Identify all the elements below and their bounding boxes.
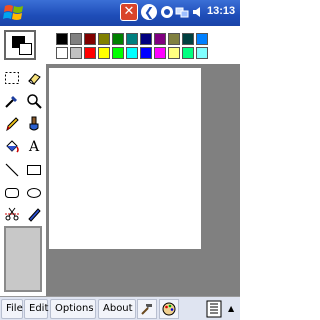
- color-swatch[interactable]: [56, 47, 68, 59]
- color-swatch[interactable]: [112, 33, 124, 45]
- menu-options[interactable]: Options: [50, 299, 96, 319]
- color-swatch[interactable]: [98, 47, 110, 59]
- color-swatch[interactable]: [154, 47, 166, 59]
- eraser-icon: [28, 73, 41, 85]
- color-swatch[interactable]: [140, 33, 152, 45]
- menu-bar: File Edit Options About ▲: [0, 296, 240, 320]
- color-swatch[interactable]: [70, 47, 82, 59]
- brush-icon: [29, 116, 39, 131]
- tool-options-panel[interactable]: [4, 226, 42, 292]
- color-palette: [0, 26, 240, 64]
- connectivity-icon[interactable]: [160, 5, 174, 19]
- windows-start-icon[interactable]: [2, 2, 26, 24]
- menu-about[interactable]: About: [98, 299, 136, 319]
- magnifier-icon: [27, 94, 42, 109]
- color-swatch[interactable]: [84, 33, 96, 45]
- palette-icon[interactable]: [159, 299, 179, 319]
- text-tool[interactable]: A: [24, 137, 44, 157]
- color-swatch[interactable]: [126, 47, 138, 59]
- drawing-canvas[interactable]: [49, 68, 201, 249]
- line-icon: [5, 163, 19, 177]
- ellipse-icon: [27, 188, 41, 198]
- color-swatch[interactable]: [84, 47, 96, 59]
- text-a-icon: A: [28, 139, 40, 155]
- pencil-tool[interactable]: [2, 114, 22, 134]
- rectangle-icon: [27, 165, 41, 175]
- color-swatch[interactable]: [168, 47, 180, 59]
- input-selector-arrow-icon[interactable]: ▲: [228, 301, 237, 317]
- menu-edit[interactable]: Edit: [24, 299, 48, 319]
- dashed-rectangle-icon: [5, 72, 19, 84]
- color-swatch[interactable]: [196, 33, 208, 45]
- status-bar: ✕ ❮ 13:13: [0, 0, 240, 26]
- line-tool[interactable]: [2, 160, 22, 180]
- pen-icon: [28, 208, 41, 222]
- clock[interactable]: 13:13: [207, 5, 235, 17]
- hammer-icon[interactable]: [137, 299, 157, 319]
- network-icon[interactable]: [175, 5, 189, 19]
- background-color[interactable]: [19, 43, 32, 55]
- zoom-tool[interactable]: [24, 91, 44, 111]
- eraser-tool[interactable]: [24, 68, 44, 88]
- color-swatch[interactable]: [168, 33, 180, 45]
- paint-bucket-icon: [6, 140, 19, 153]
- back-icon[interactable]: ❮: [141, 4, 157, 20]
- color-swatch[interactable]: [154, 33, 166, 45]
- current-colors[interactable]: [4, 30, 36, 60]
- canvas-area[interactable]: [46, 64, 240, 296]
- color-swatch[interactable]: [196, 47, 208, 59]
- color-swatch[interactable]: [98, 33, 110, 45]
- color-swatch[interactable]: [182, 33, 194, 45]
- scissors-icon: [5, 207, 19, 221]
- color-swatch[interactable]: [126, 33, 138, 45]
- rectangle-tool[interactable]: [24, 160, 44, 180]
- color-swatch[interactable]: [70, 33, 82, 45]
- menu-file[interactable]: File: [1, 299, 23, 319]
- eyedropper-tool[interactable]: [2, 91, 22, 111]
- cut-tool[interactable]: [2, 204, 22, 224]
- keyboard-input-icon[interactable]: [202, 299, 226, 319]
- color-swatch[interactable]: [56, 33, 68, 45]
- close-button[interactable]: ✕: [120, 3, 138, 21]
- toolbox: A: [0, 64, 46, 296]
- select-rect-tool[interactable]: [2, 68, 22, 88]
- ellipse-tool[interactable]: [24, 183, 44, 203]
- color-swatch[interactable]: [112, 47, 124, 59]
- color-swatch[interactable]: [182, 47, 194, 59]
- eyedropper-icon: [5, 96, 17, 108]
- rounded-rect-tool[interactable]: [2, 183, 22, 203]
- pencil-icon: [6, 117, 19, 132]
- color-swatch[interactable]: [140, 47, 152, 59]
- volume-icon[interactable]: [191, 5, 205, 19]
- pen-tool[interactable]: [24, 204, 44, 224]
- rounded-rectangle-icon: [5, 188, 19, 198]
- fill-tool[interactable]: [2, 137, 22, 157]
- brush-tool[interactable]: [24, 114, 44, 134]
